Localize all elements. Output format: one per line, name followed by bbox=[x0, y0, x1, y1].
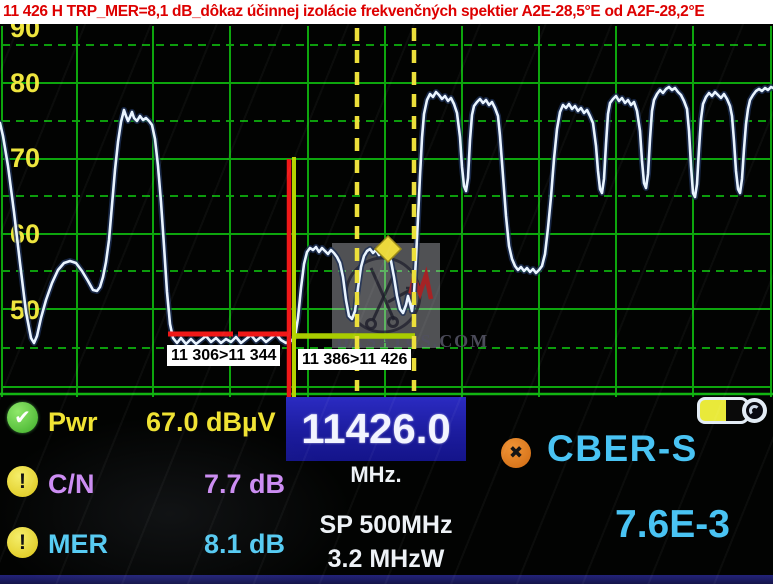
marker-range-label-left: 11 306>11 344 bbox=[167, 345, 280, 366]
mer-warning-icon: ! bbox=[7, 527, 38, 558]
pwr-ok-check-icon: ✔ bbox=[7, 402, 38, 433]
battery-tip bbox=[742, 398, 767, 423]
frequency-unit: MHz. bbox=[286, 462, 466, 488]
cber-cross-icon: ✖ bbox=[501, 438, 531, 468]
cn-value: 7.7 dB bbox=[204, 469, 285, 500]
y-axis-label: 80 bbox=[10, 68, 40, 98]
cn-label: C/N bbox=[48, 469, 95, 500]
frequency-display: 11426.0 bbox=[286, 397, 466, 461]
cber-label: CBER-S bbox=[547, 428, 698, 470]
meter-screen: 90 80 70 60 50 DXSATCS.COM bbox=[0, 0, 773, 584]
frequency-value: 11426.0 bbox=[301, 405, 451, 453]
cber-value: 7.6E-3 bbox=[615, 503, 730, 547]
mer-label: MER bbox=[48, 529, 108, 560]
marker-range-label-right: 11 386>11 426 bbox=[298, 349, 411, 370]
span-value: SP 500MHz bbox=[286, 511, 486, 540]
pwr-label: Pwr bbox=[48, 407, 98, 438]
mer-value: 8.1 dB bbox=[204, 529, 285, 560]
bandwidth-value: 3.2 MHzW bbox=[286, 545, 486, 574]
bottom-blue-strip bbox=[0, 575, 773, 584]
battery-icon bbox=[697, 397, 767, 424]
cn-warning-icon: ! bbox=[7, 466, 38, 497]
y-axis: 90 80 70 60 50 bbox=[10, 13, 40, 325]
y-axis-label: 70 bbox=[10, 143, 40, 173]
title-text: 11 426 H TRP_MER=8,1 dB_dôkaz účinnej iz… bbox=[0, 3, 704, 21]
pwr-value: 67.0 dBµV bbox=[146, 407, 276, 438]
title-bar: 11 426 H TRP_MER=8,1 dB_dôkaz účinnej iz… bbox=[0, 0, 773, 24]
spectrum-plot: 90 80 70 60 50 DXSATCS.COM bbox=[0, 0, 773, 584]
